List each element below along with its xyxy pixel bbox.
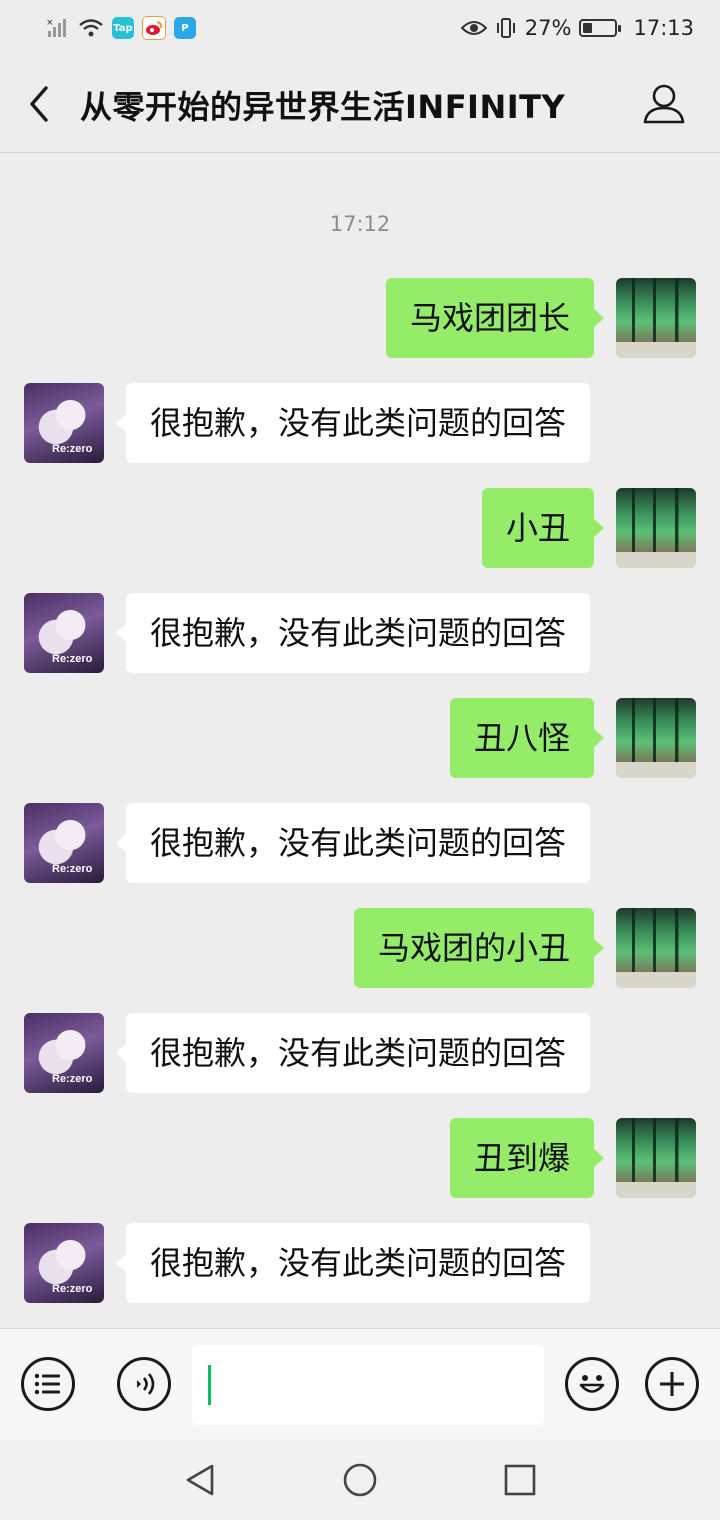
triangle-back-icon (186, 1464, 214, 1496)
message-row-incoming: Re:zero 很抱歉，没有此类问题的回答 (0, 803, 720, 883)
plus-icon (660, 1372, 684, 1396)
status-left: × Tap P (46, 16, 196, 40)
message-row-incoming: Re:zero 很抱歉，没有此类问题的回答 (0, 383, 720, 463)
system-nav-bar (0, 1440, 720, 1520)
bot-avatar[interactable]: Re:zero (24, 1013, 104, 1093)
svg-text:×: × (46, 18, 54, 28)
avatar-logo: Re:zero (52, 443, 93, 455)
chat-header: 从零开始的异世界生活INFINITY (0, 56, 720, 153)
avatar-logo: Re:zero (52, 863, 93, 875)
weibo-icon (142, 16, 166, 40)
self-avatar[interactable] (616, 698, 696, 778)
battery-percent: 27% (524, 16, 572, 40)
avatar-logo: Re:zero (52, 1283, 93, 1295)
menu-icon (34, 1373, 60, 1395)
message-row-outgoing: 小丑 (0, 488, 720, 568)
emoji-icon (579, 1375, 605, 1393)
nav-home-button[interactable] (340, 1460, 380, 1500)
message-bubble-outgoing[interactable]: 丑八怪 (449, 698, 605, 778)
message-bubble-incoming[interactable]: 很抱歉，没有此类问题的回答 (115, 803, 591, 883)
vibrate-icon (496, 18, 515, 38)
eye-icon (460, 21, 487, 35)
chat-info-button[interactable] (640, 82, 688, 126)
bot-avatar[interactable]: Re:zero (24, 593, 104, 673)
message-bubble-outgoing[interactable]: 小丑 (481, 488, 605, 568)
avatar-logo: Re:zero (52, 1073, 93, 1085)
page-title: 从零开始的异世界生活INFINITY (80, 88, 566, 126)
message-bubble-incoming[interactable]: 很抱歉，没有此类问题的回答 (115, 1223, 591, 1303)
message-row-outgoing: 马戏团的小丑 (0, 908, 720, 988)
message-input[interactable] (192, 1345, 544, 1425)
self-avatar[interactable] (616, 278, 696, 358)
nav-back-button[interactable] (180, 1460, 220, 1500)
wifi-icon (79, 19, 103, 37)
more-button[interactable] (645, 1357, 699, 1411)
battery-icon (579, 19, 622, 37)
message-row-outgoing: 马戏团团长 (0, 278, 720, 358)
message-bubble-incoming[interactable]: 很抱歉，没有此类问题的回答 (115, 383, 591, 463)
chevron-left-icon (30, 86, 48, 122)
circle-home-icon (343, 1463, 377, 1497)
p-icon: P (174, 17, 196, 39)
back-button[interactable] (22, 82, 62, 126)
message-bubble-incoming[interactable]: 很抱歉，没有此类问题的回答 (115, 1013, 591, 1093)
self-avatar[interactable] (616, 908, 696, 988)
status-time: 17:13 (633, 16, 694, 40)
person-icon (643, 84, 685, 124)
message-row-outgoing: 丑到爆 (0, 1118, 720, 1198)
self-avatar[interactable] (616, 1118, 696, 1198)
voice-button[interactable] (117, 1357, 171, 1411)
input-bar (0, 1328, 720, 1441)
nav-recents-button[interactable] (500, 1460, 540, 1500)
message-row-outgoing: 丑八怪 (0, 698, 720, 778)
message-bubble-outgoing[interactable]: 丑到爆 (449, 1118, 605, 1198)
bot-avatar[interactable]: Re:zero (24, 383, 104, 463)
tap-icon: Tap (112, 17, 134, 39)
text-cursor (208, 1365, 211, 1405)
message-row-incoming: Re:zero 很抱歉，没有此类问题的回答 (0, 1013, 720, 1093)
bot-avatar[interactable]: Re:zero (24, 803, 104, 883)
signal-icon: × (46, 18, 66, 37)
square-recents-icon (504, 1464, 536, 1496)
battery-fill (583, 23, 592, 33)
emoji-button[interactable] (565, 1357, 619, 1411)
message-bubble-outgoing[interactable]: 马戏团的小丑 (353, 908, 605, 988)
self-avatar[interactable] (616, 488, 696, 568)
message-row-incoming: Re:zero 很抱歉，没有此类问题的回答 (0, 1223, 720, 1303)
message-row-incoming: Re:zero 很抱歉，没有此类问题的回答 (0, 593, 720, 673)
bot-avatar[interactable]: Re:zero (24, 1223, 104, 1303)
status-bar: × Tap P 27% 17:13 (0, 0, 720, 56)
status-right: 27% 17:13 (460, 16, 694, 40)
menu-button[interactable] (21, 1357, 75, 1411)
message-bubble-incoming[interactable]: 很抱歉，没有此类问题的回答 (115, 593, 591, 673)
message-bubble-outgoing[interactable]: 马戏团团长 (385, 278, 605, 358)
avatar-logo: Re:zero (52, 653, 93, 665)
message-timestamp: 17:12 (329, 212, 391, 236)
voice-icon (137, 1373, 155, 1395)
